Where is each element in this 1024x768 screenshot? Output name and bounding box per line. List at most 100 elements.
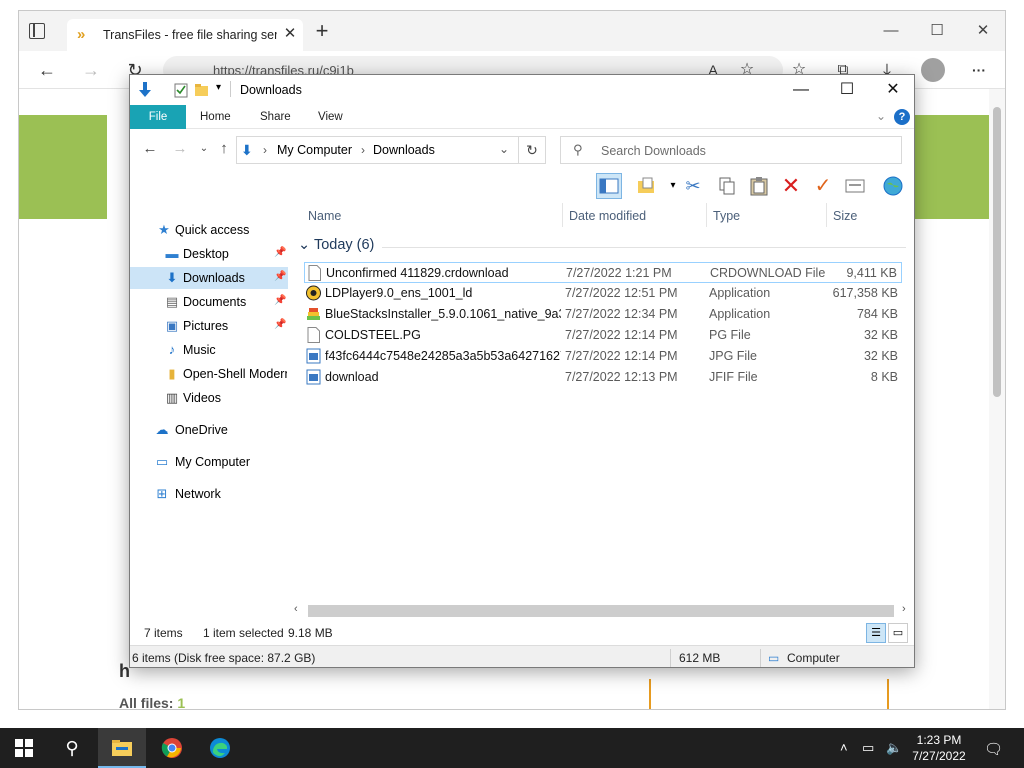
tab-close-icon[interactable]: ✕ xyxy=(281,25,299,43)
search-icon[interactable]: ⚲ xyxy=(48,728,96,768)
file-date: 7/27/2022 12:14 PM xyxy=(565,349,678,363)
network-globe-icon[interactable] xyxy=(880,173,906,199)
breadcrumb[interactable]: ⬇ › My Computer › Downloads ⌄ xyxy=(236,136,546,164)
new-item-icon[interactable] xyxy=(634,173,660,199)
column-separator[interactable] xyxy=(562,203,563,227)
page-divider-left xyxy=(649,679,651,709)
star-icon: ★ xyxy=(158,222,170,237)
nav-item-quick-access[interactable]: ★ Quick access xyxy=(130,219,288,241)
windows-start-icon[interactable] xyxy=(0,728,48,768)
nav-item-music[interactable]: ♪ Music xyxy=(130,339,288,361)
documents-icon: ▤ xyxy=(165,294,179,309)
large-icons-view-icon[interactable]: ▭ xyxy=(888,623,908,643)
column-header-date[interactable]: Date modified xyxy=(569,209,646,223)
breadcrumb-separator-icon: › xyxy=(361,143,365,157)
breadcrumb-downloads[interactable]: Downloads xyxy=(373,143,435,157)
properties-check-icon[interactable] xyxy=(174,82,188,98)
file-name: COLDSTEEL.PG xyxy=(325,328,421,342)
horizontal-scrollbar[interactable]: ‹ › xyxy=(290,603,914,619)
recent-locations-icon[interactable]: ⌄ xyxy=(194,140,214,158)
explorer-maximize-button[interactable]: ☐ xyxy=(824,75,870,105)
page-scrollbar-thumb[interactable] xyxy=(993,107,1001,397)
nav-item-onedrive[interactable]: ☁ OneDrive xyxy=(130,419,288,441)
nav-item-open-shell[interactable]: ▮ Open-Shell Modern xyxy=(130,363,288,385)
up-arrow-icon[interactable]: ↑ xyxy=(214,140,234,158)
profile-avatar[interactable] xyxy=(921,58,945,82)
back-icon[interactable]: ← xyxy=(33,57,61,83)
nav-item-desktop[interactable]: ▬ Desktop 📌 xyxy=(130,243,288,265)
quick-access-dropdown-icon[interactable]: ▾ xyxy=(216,82,221,93)
rename-check-icon[interactable]: ✓ xyxy=(810,173,836,199)
nav-item-documents[interactable]: ▤ Documents 📌 xyxy=(130,291,288,313)
pin-icon: 📌 xyxy=(274,271,287,282)
ribbon-tab-home[interactable]: Home xyxy=(186,105,245,129)
nav-item-label: Quick access xyxy=(175,223,250,237)
scroll-right-icon[interactable]: › xyxy=(902,603,906,615)
column-separator[interactable] xyxy=(706,203,707,227)
file-row[interactable]: LDPlayer9.0_ens_1001_ld 7/27/2022 12:51 … xyxy=(304,283,902,304)
help-icon[interactable]: ? xyxy=(894,109,910,125)
back-arrow-icon[interactable]: ← xyxy=(140,140,160,158)
group-header-today[interactable]: ⌄ Today (6) xyxy=(298,237,374,253)
file-row[interactable]: f43fc6444c7548e24285a3a5b53a64271627... … xyxy=(304,346,902,367)
file-row[interactable]: COLDSTEEL.PG 7/27/2022 12:14 PM PG File … xyxy=(304,325,902,346)
forward-arrow-icon[interactable]: → xyxy=(170,140,190,158)
tab-actions-button[interactable] xyxy=(29,23,45,39)
column-separator[interactable] xyxy=(826,203,827,227)
edge-icon[interactable] xyxy=(196,728,244,768)
nav-item-downloads[interactable]: ⬇ Downloads 📌 xyxy=(130,267,288,289)
ribbon-tab-share[interactable]: Share xyxy=(246,105,305,129)
nav-item-videos[interactable]: ▥ Videos xyxy=(130,387,288,409)
network-tray-icon[interactable]: ▭ xyxy=(862,740,874,756)
nav-item-network[interactable]: ⊞ Network xyxy=(130,483,288,505)
cut-scissors-icon[interactable]: ✂ xyxy=(680,173,706,199)
delete-x-icon[interactable]: ✕ xyxy=(778,173,804,199)
properties-icon[interactable] xyxy=(842,173,868,199)
scroll-left-icon[interactable]: ‹ xyxy=(294,603,298,615)
ribbon: File Home Share View ⌄ ? xyxy=(130,105,914,129)
notifications-icon[interactable]: 🗨 xyxy=(984,740,1003,758)
more-menu-icon[interactable]: ··· xyxy=(965,57,993,83)
blank-file-icon xyxy=(307,327,320,343)
browser-close-button[interactable]: ✕ xyxy=(963,19,1003,43)
refresh-button[interactable]: ↻ xyxy=(518,136,546,164)
browser-tab[interactable]: » TransFiles - free file sharing serv ✕ xyxy=(67,19,303,51)
new-tab-button[interactable]: + xyxy=(311,20,333,43)
file-date: 7/27/2022 12:34 PM xyxy=(565,307,678,321)
group-collapse-icon[interactable]: ⌄ xyxy=(298,237,310,253)
browser-minimize-button[interactable]: — xyxy=(871,19,911,43)
paste-icon[interactable] xyxy=(746,173,772,199)
page-scrollbar[interactable] xyxy=(989,89,1005,709)
search-box[interactable]: ⚲ Search Downloads xyxy=(560,136,902,164)
ribbon-tab-view[interactable]: View xyxy=(304,105,357,129)
details-view-icon[interactable]: ☰ xyxy=(866,623,886,643)
copy-icon[interactable] xyxy=(714,173,740,199)
show-hidden-icons-icon[interactable]: ˄ xyxy=(840,740,848,755)
ribbon-tab-file[interactable]: File xyxy=(130,105,186,129)
all-files-text: All files: xyxy=(119,695,174,710)
file-row[interactable]: Unconfirmed 411829.crdownload 7/27/2022 … xyxy=(304,262,902,283)
explorer-close-button[interactable]: ✕ xyxy=(870,75,914,105)
nav-item-pictures[interactable]: ▣ Pictures 📌 xyxy=(130,315,288,337)
breadcrumb-my-computer[interactable]: My Computer xyxy=(277,143,352,157)
layout-pane-icon[interactable] xyxy=(596,173,622,199)
forward-icon[interactable]: → xyxy=(77,57,105,83)
file-row[interactable]: BlueStacksInstaller_5.9.0.1061_native_9a… xyxy=(304,304,902,325)
chrome-icon[interactable] xyxy=(148,728,196,768)
nav-item-my-computer[interactable]: ▭ My Computer xyxy=(130,451,288,473)
new-folder-icon[interactable] xyxy=(194,82,208,98)
column-header-size[interactable]: Size xyxy=(833,209,857,223)
search-placeholder: Search Downloads xyxy=(601,144,706,158)
browser-maximize-button[interactable]: ☐ xyxy=(917,19,957,43)
file-explorer-taskbar-icon[interactable] xyxy=(98,728,146,768)
explorer-minimize-button[interactable]: — xyxy=(778,75,824,105)
file-row[interactable]: download 7/27/2022 12:13 PM JFIF File 8 … xyxy=(304,367,902,388)
horizontal-scrollbar-thumb[interactable] xyxy=(308,605,894,617)
file-size: 9,411 KB xyxy=(846,266,897,280)
address-dropdown-icon[interactable]: ⌄ xyxy=(499,142,509,156)
ribbon-expand-chevron-icon[interactable]: ⌄ xyxy=(876,109,886,123)
explorer-title-bar[interactable]: ▾ Downloads — ☐ ✕ xyxy=(130,75,914,105)
column-header-name[interactable]: Name xyxy=(308,209,341,223)
clock[interactable]: 1:23 PM 7/27/2022 xyxy=(900,732,978,764)
column-header-type[interactable]: Type xyxy=(713,209,740,223)
